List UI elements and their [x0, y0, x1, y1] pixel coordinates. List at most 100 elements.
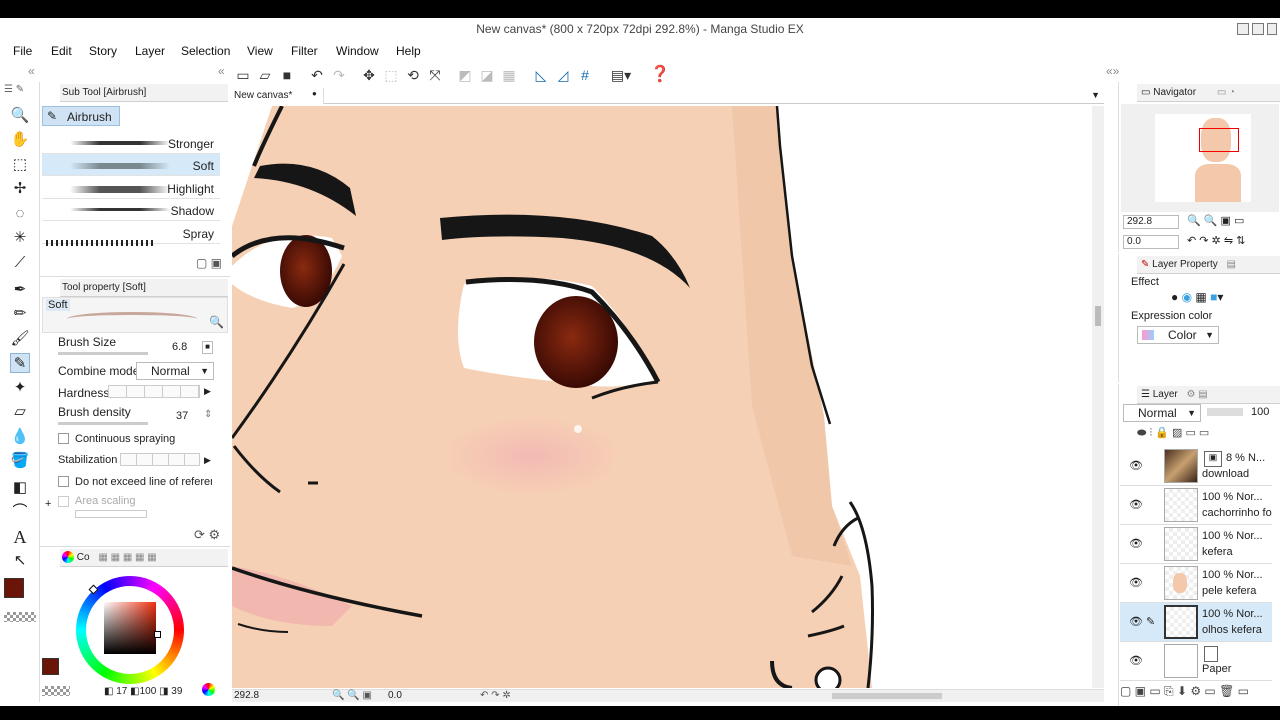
gradient-tool-icon[interactable]: ◧ [10, 478, 30, 498]
selection-tool-icon[interactable]: ◌ [10, 204, 30, 224]
brush-stronger[interactable]: Stronger [42, 132, 220, 154]
close-button[interactable] [1267, 23, 1277, 35]
menu-file[interactable]: File [13, 44, 32, 58]
area-scaling-slider[interactable] [75, 510, 147, 518]
status-angle-value[interactable]: 0.0 [388, 690, 402, 701]
canvas-tab-close-icon[interactable]: ● [312, 89, 317, 98]
blend-tool-icon[interactable]: 💧 [10, 427, 30, 447]
color-value-b[interactable]: 100 [140, 686, 157, 697]
pen-tool-icon[interactable]: ✒ [10, 280, 30, 300]
maximize-button[interactable] [1252, 23, 1264, 35]
layer-footer-icons[interactable]: ▢ ▣ ▭ ⎘ ⬇ ⚙ ▭ 🗑 ▭ [1120, 684, 1280, 702]
object-tool-icon[interactable]: ⬚ [10, 155, 30, 175]
brush-size-pressure-button[interactable]: ■ [202, 341, 213, 354]
new-file-icon[interactable]: ▭ [234, 66, 252, 84]
minimize-button[interactable] [1237, 23, 1249, 35]
brush-size-slider[interactable] [58, 352, 148, 355]
layer-name[interactable]: Paper [1202, 663, 1272, 675]
menu-layer[interactable]: Layer [135, 44, 165, 58]
text-tool-icon[interactable]: A [10, 527, 30, 547]
navigator-rotate-icons[interactable]: ↶ ↷ ✲ ⇋ ⇅ [1187, 234, 1245, 247]
layer-name[interactable]: olhos kefera [1202, 624, 1272, 636]
density-pressure-icon[interactable]: ⇕ [204, 409, 212, 420]
menu-edit[interactable]: Edit [51, 44, 72, 58]
collapse-left-icon[interactable]: « [28, 64, 35, 78]
auto-select-tool-icon[interactable]: ✳ [10, 228, 30, 248]
transform-icon[interactable]: ✥ [360, 66, 378, 84]
subtool-group-airbrush[interactable]: ✎ Airbrush [42, 106, 120, 126]
hand-tool-icon[interactable]: ✋ [10, 130, 30, 150]
subtool-footer-icons[interactable]: ▢ ▣ [196, 256, 222, 270]
undo-icon[interactable]: ↶ [308, 66, 326, 84]
fill-tool-icon[interactable]: 🪣 [10, 451, 30, 471]
combine-mode-select[interactable]: Normal ▼ [136, 362, 214, 380]
layer-row[interactable]: 👁 100 % Nor... kefera [1120, 525, 1272, 564]
vertical-scroll-thumb[interactable] [1095, 306, 1101, 326]
expand-plus-icon[interactable]: + [45, 498, 51, 510]
brush-size-value[interactable]: 6.8 [172, 341, 187, 353]
brush-tool-icon[interactable]: 🖌 [10, 329, 30, 349]
eye-icon[interactable]: 👁 [1129, 615, 1143, 628]
color-wheel-tab-icon[interactable] [62, 551, 74, 564]
tab-list-chevron-icon[interactable]: ▼ [1091, 90, 1100, 100]
perspective-icon[interactable]: ◿ [554, 66, 572, 84]
hue-picker-handle[interactable] [88, 584, 99, 595]
layer-name[interactable]: cachorrinho fo [1202, 507, 1272, 519]
main-color-swatch[interactable] [4, 578, 24, 598]
layer-row[interactable]: 👁 100 % Nor... cachorrinho fo [1120, 486, 1272, 525]
brush-shadow[interactable]: Shadow [42, 199, 220, 221]
fill-icon[interactable]: ◩ [456, 66, 474, 84]
hardness-arrow-icon[interactable]: ▶ [204, 386, 211, 397]
menu-filter[interactable]: Filter [291, 44, 318, 58]
layer-row[interactable]: 👁 100 % Nor... pele kefera [1120, 564, 1272, 603]
reset-settings-icon[interactable]: ⟳ ⚙ [194, 527, 220, 543]
grid-icon[interactable]: ▦ [500, 66, 518, 84]
brush-highlight[interactable]: Highlight [42, 177, 220, 199]
color-value-a[interactable]: 17 [116, 686, 127, 697]
navigator-zoom-icons[interactable]: 🔍 🔍 ▣ ▭ [1187, 214, 1244, 227]
menu-view[interactable]: View [247, 44, 273, 58]
menu-selection[interactable]: Selection [181, 44, 230, 58]
navigator-view-rect[interactable] [1199, 128, 1239, 152]
effect-icons[interactable]: ● ◉ ▦ ■▾ [1171, 290, 1223, 304]
screen-mode-icon[interactable]: ▤▾ [608, 66, 634, 84]
preview-zoom-icon[interactable]: 🔍 [209, 315, 224, 329]
status-zoom-value[interactable]: 292.8 [234, 690, 259, 701]
not-exceed-checkbox[interactable] [58, 476, 69, 487]
stabilization-arrow-icon[interactable]: ▶ [204, 455, 211, 466]
balloon-tool-icon[interactable]: ↖ [10, 551, 30, 571]
ruler-icon[interactable]: ◺ [532, 66, 550, 84]
layer-name[interactable]: download [1202, 468, 1272, 480]
eyedropper-tool-icon[interactable]: ⟋ [10, 253, 30, 273]
sv-picker-handle[interactable] [154, 631, 161, 638]
layer-name[interactable]: pele kefera [1202, 585, 1272, 597]
open-file-icon[interactable]: ▱ [256, 66, 274, 84]
eye-icon[interactable]: 👁 [1129, 498, 1143, 511]
layer-opacity-value[interactable]: 100 [1251, 406, 1269, 418]
clear-icon[interactable]: ◪ [478, 66, 496, 84]
eye-icon[interactable]: 👁 [1129, 459, 1143, 472]
saturation-value-square[interactable] [104, 602, 156, 654]
menu-window[interactable]: Window [336, 44, 379, 58]
menu-story[interactable]: Story [89, 44, 117, 58]
layer-row[interactable]: 👁 Paper [1120, 642, 1272, 681]
layer-property-tab-icon[interactable]: ▤ [1227, 259, 1236, 270]
airbrush-tool-icon[interactable]: ✎ [10, 353, 30, 373]
canvas-vertical-scrollbar[interactable] [1092, 106, 1104, 688]
decoration-tool-icon[interactable]: ✦ [10, 378, 30, 398]
color-tabs-icon[interactable]: ▦ ▦ ▦ ▦ ▦ [98, 552, 156, 563]
continuous-spraying-checkbox[interactable] [58, 433, 69, 444]
brush-density-slider[interactable] [58, 422, 148, 425]
layer-row-selected[interactable]: 👁 ✎ 100 % Nor... olhos kefera [1120, 603, 1272, 642]
layer-tab-icons[interactable]: ⚙ ▤ [1187, 389, 1208, 400]
color-main-swatch[interactable] [42, 658, 59, 675]
canvas-tab[interactable]: New canvas* ● [230, 88, 324, 104]
menu-help[interactable]: Help [396, 44, 421, 58]
zoom-tool-icon[interactable]: 🔍 [10, 106, 30, 126]
eye-icon[interactable]: 👁 [1129, 654, 1143, 667]
navigator-rotate-field[interactable]: 0.0 [1123, 235, 1179, 249]
transparent-swatch[interactable] [42, 686, 70, 696]
navigator-zoom-field[interactable]: 292.8 [1123, 215, 1179, 229]
tool-palette-menu-icon[interactable]: ☰ ✎ [4, 84, 24, 95]
help-icon[interactable]: ❓ [650, 66, 670, 84]
